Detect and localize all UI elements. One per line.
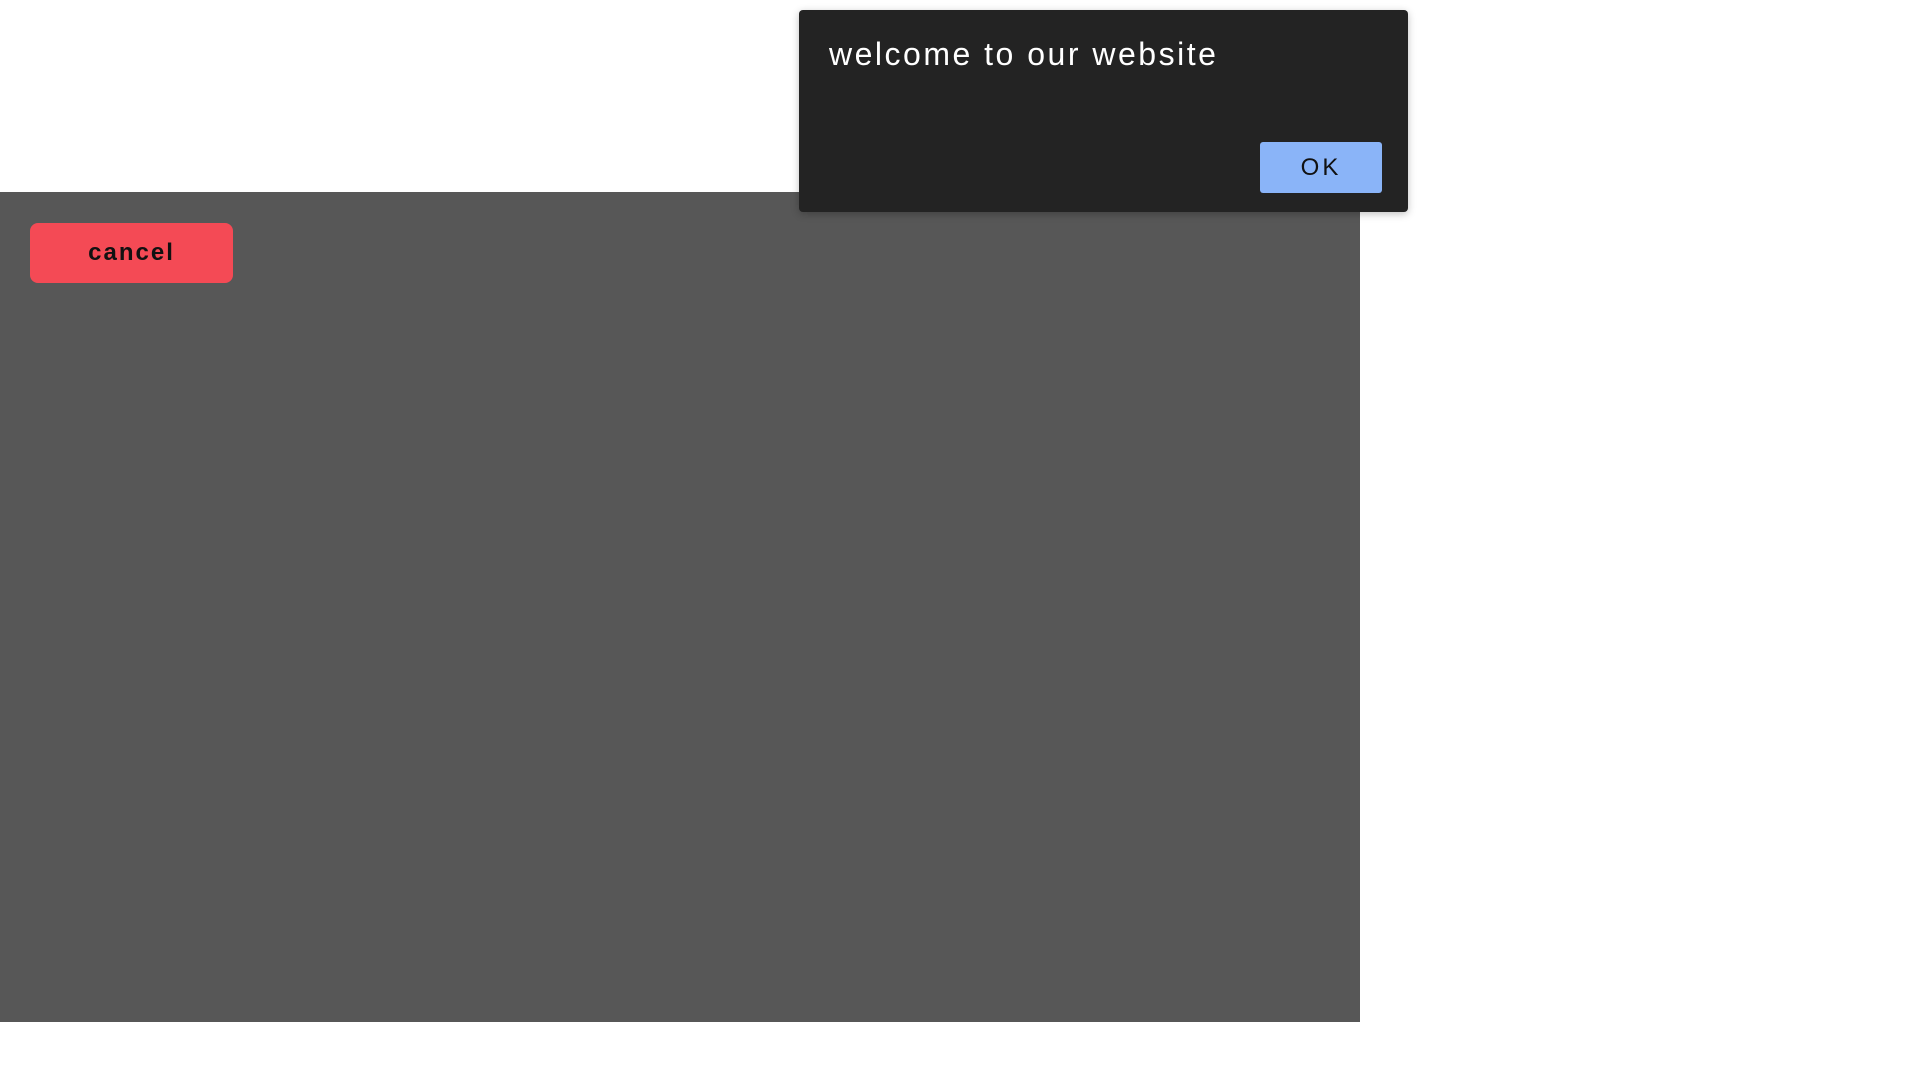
alert-dialog: welcome to our website OK bbox=[799, 10, 1408, 212]
ok-button[interactable]: OK bbox=[1260, 142, 1382, 193]
cancel-button[interactable]: cancel bbox=[30, 223, 233, 283]
dialog-message: welcome to our website bbox=[829, 36, 1219, 72]
overlay-panel: cancel bbox=[0, 192, 1360, 1022]
page: cancel welcome to our website OK bbox=[0, 0, 1920, 1080]
